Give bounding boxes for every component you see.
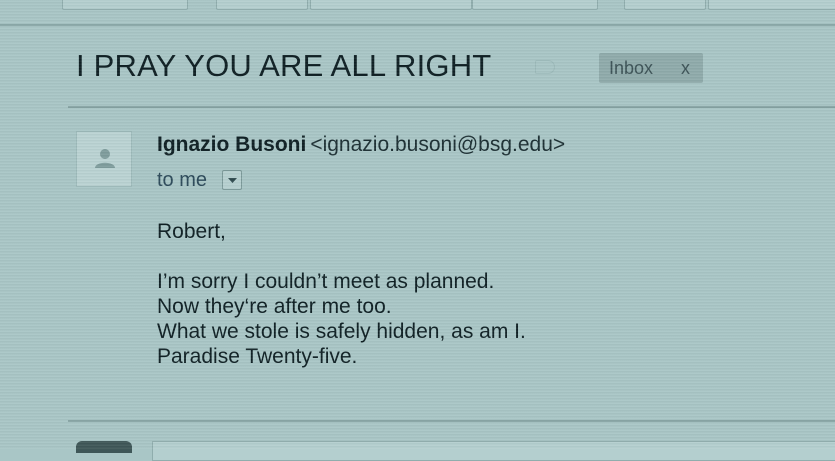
inbox-label-chip[interactable]: Inbox x — [599, 53, 703, 83]
sender-avatar — [76, 131, 132, 187]
toolbar-button[interactable] — [624, 0, 706, 10]
details-dropdown-button[interactable] — [222, 170, 242, 190]
chevron-down-icon — [228, 178, 237, 183]
toolbar-divider — [0, 24, 835, 26]
sender-line: Ignazio Busoni <ignazio.busoni@bsg.edu> — [157, 133, 565, 157]
footer-divider — [68, 420, 835, 422]
header-divider — [68, 106, 835, 108]
label-tag-icon[interactable] — [535, 60, 555, 74]
email-greeting: Robert, — [157, 220, 226, 243]
toolbar-button[interactable] — [216, 0, 308, 10]
inbox-label-text[interactable]: Inbox — [609, 58, 653, 79]
email-body: Robert, I’m sorry I couldn’t meet as pla… — [157, 219, 797, 369]
email-subject: I PRAY YOU ARE ALL RIGHT — [76, 48, 492, 83]
recipient-text: to me — [157, 169, 208, 191]
toolbar-button[interactable] — [310, 0, 472, 10]
sender-email: <ignazio.busoni@bsg.edu> — [310, 133, 566, 156]
person-icon — [95, 149, 115, 168]
email-body-line: What we stole is safely hidden, as am I. — [157, 320, 526, 343]
user-avatar — [76, 441, 132, 453]
email-body-line: I’m sorry I couldn’t meet as planned. — [157, 270, 495, 293]
toolbar-button[interactable] — [708, 0, 835, 10]
toolbar — [0, 0, 835, 12]
email-body-line: Paradise Twenty-five. — [157, 345, 358, 368]
reply-box[interactable] — [152, 441, 835, 461]
remove-label-button[interactable]: x — [681, 58, 690, 79]
toolbar-button[interactable] — [62, 0, 188, 10]
email-body-line: Now they‘re after me too. — [157, 295, 392, 318]
toolbar-button[interactable] — [472, 0, 598, 10]
sender-name[interactable]: Ignazio Busoni — [157, 133, 306, 156]
